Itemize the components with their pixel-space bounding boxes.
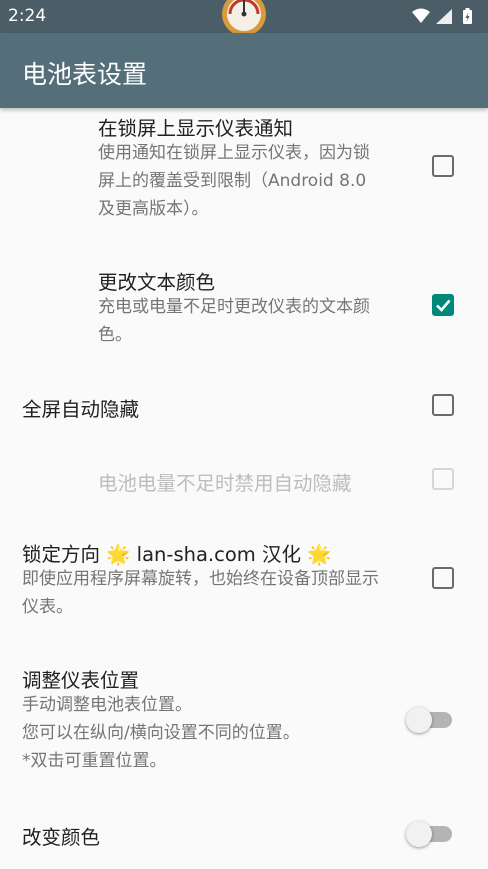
setting-change-text-color[interactable]: 更改文本颜色 充电或电量不足时更改仪表的文本颜 色。 <box>0 264 488 354</box>
setting-title: 电池电量不足时禁用自动隐藏 <box>98 472 352 495</box>
setting-lockscreen-notification[interactable]: 在锁屏上显示仪表通知 使用通知在锁屏上显示仪表，因为锁 屏上的覆盖受到限制（An… <box>0 108 488 234</box>
signal-icon <box>436 9 452 24</box>
setting-title: 全屏自动隐藏 <box>22 398 140 421</box>
status-time: 2:24 <box>8 6 47 26</box>
wifi-icon <box>412 8 430 23</box>
setting-summary: 充电或电量不足时更改仪表的文本颜 色。 <box>98 297 370 345</box>
change-text-color-checkbox[interactable] <box>432 294 454 316</box>
setting-disable-autohide-low-battery[interactable]: 电池电量不足时禁用自动隐藏 <box>0 458 488 502</box>
setting-lock-orientation[interactable]: 锁定方向 🌟 lan-sha.com 汉化 🌟 即使应用程序屏幕旋转，也始终在设… <box>0 536 488 626</box>
app-bar: 电池表设置 <box>0 33 488 108</box>
settings-list[interactable]: 在锁屏上显示仪表通知 使用通知在锁屏上显示仪表，因为锁 屏上的覆盖受到限制（An… <box>0 108 488 869</box>
setting-adjust-meter-position[interactable]: 调整仪表位置 手动调整电池表位置。 您可以在纵向/横向设置不同的位置。 *双击可… <box>0 662 488 782</box>
setting-change-color[interactable]: 改变颜色 <box>0 812 488 856</box>
battery-charging-icon <box>463 8 472 24</box>
setting-summary: 即使应用程序屏幕旋转，也始终在设备顶部显示 仪表。 <box>22 569 379 617</box>
lock-orientation-checkbox[interactable] <box>432 567 454 589</box>
lockscreen-notification-checkbox[interactable] <box>432 155 454 177</box>
setting-summary: 手动调整电池表位置。 您可以在纵向/横向设置不同的位置。 *双击可重置位置。 <box>22 695 300 771</box>
setting-fullscreen-autohide[interactable]: 全屏自动隐藏 <box>0 384 488 428</box>
setting-summary: 使用通知在锁屏上显示仪表，因为锁 屏上的覆盖受到限制（Android 8.0 及… <box>98 143 370 219</box>
status-bar: 2:24 <box>0 0 488 36</box>
fullscreen-autohide-checkbox[interactable] <box>432 394 454 416</box>
disable-autohide-low-battery-checkbox[interactable] <box>432 468 454 490</box>
setting-title: 改变颜色 <box>22 826 101 849</box>
setting-title: 更改文本颜色 <box>98 271 216 294</box>
setting-title: 调整仪表位置 <box>22 669 140 692</box>
app-title: 电池表设置 <box>22 60 148 89</box>
check-icon <box>436 299 451 312</box>
setting-title: 锁定方向 🌟 lan-sha.com 汉化 🌟 <box>22 543 332 566</box>
adjust-meter-position-switch[interactable] <box>406 705 454 733</box>
setting-title: 在锁屏上显示仪表通知 <box>98 117 294 140</box>
change-color-switch[interactable] <box>406 819 454 847</box>
